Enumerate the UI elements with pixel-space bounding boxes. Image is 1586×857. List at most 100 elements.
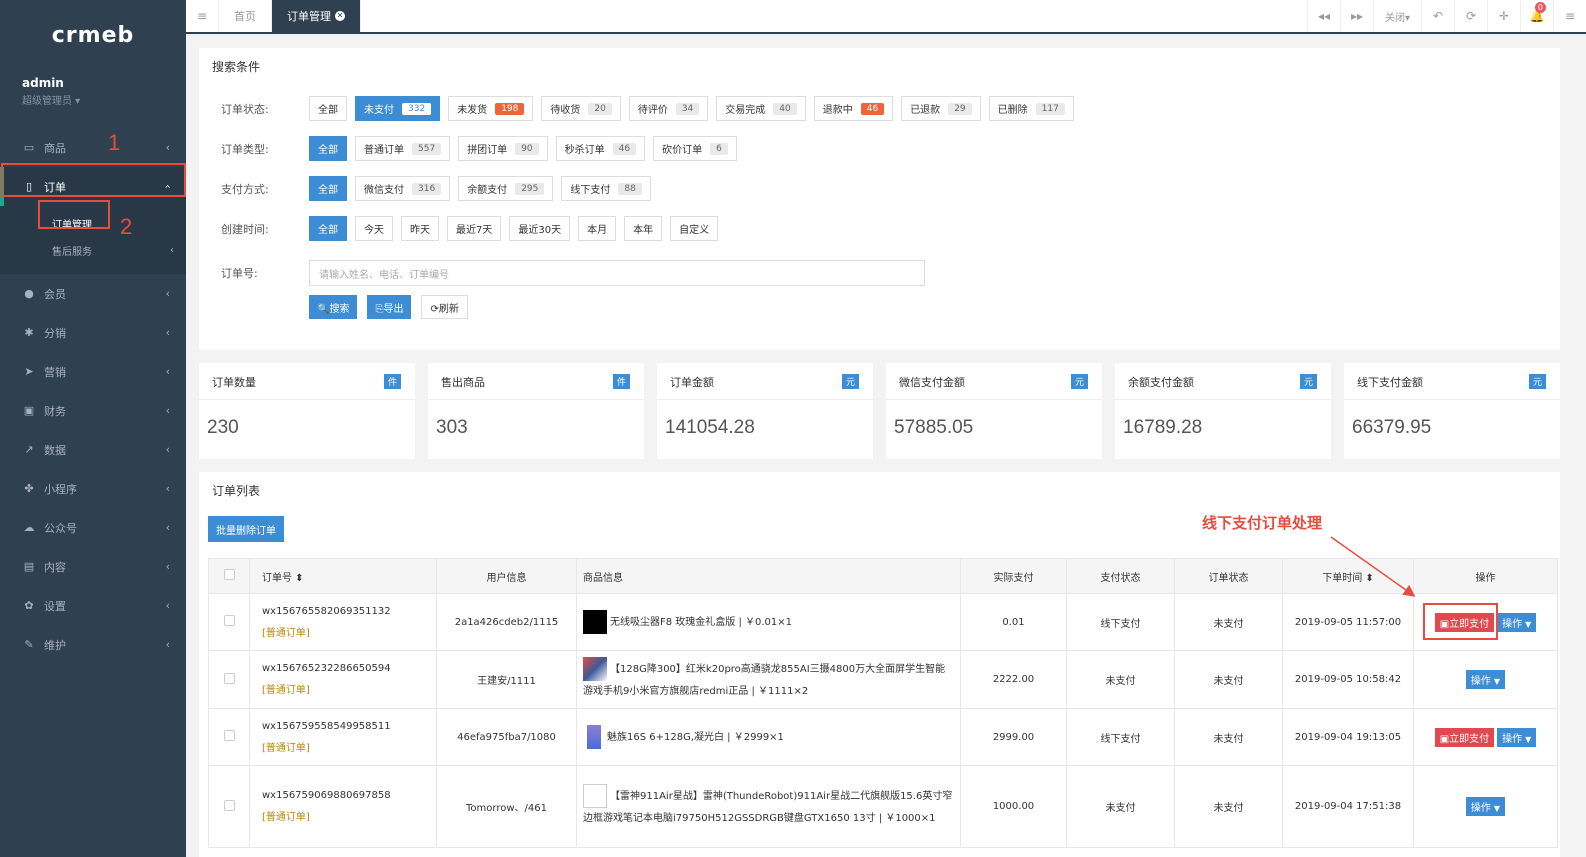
chevron-left-icon: ‹ — [165, 638, 170, 651]
top-navbar: ≡ 首页 订单管理 ✕ ◂◂ ▸▸ 关闭▾ ↶ ⟳ ✛ 🔔 0 ≡ — [186, 0, 1586, 34]
type-all[interactable]: 全部 — [309, 136, 347, 161]
row-checkbox[interactable] — [223, 799, 235, 811]
time-custom[interactable]: 自定义 — [670, 216, 719, 241]
refresh-button[interactable]: ⟳刷新 — [421, 295, 468, 319]
sidebar-item-members[interactable]: ● 会员 ‹ — [0, 274, 186, 313]
status-unpaid[interactable]: 未支付 332 — [355, 96, 441, 121]
status-unshipped[interactable]: 未发货 198 — [448, 96, 534, 121]
pay-wechat[interactable]: 微信支付 316 — [355, 176, 451, 201]
order-search-input[interactable]: 请输入姓名、电话、订单编号 — [309, 260, 925, 286]
status-to-receive[interactable]: 待收货 20 — [541, 96, 621, 121]
fullscreen-icon[interactable]: ✛ — [1487, 0, 1520, 32]
type-flash-sale[interactable]: 秒杀订单 46 — [555, 136, 646, 161]
type-normal[interactable]: 普通订单 557 — [355, 136, 451, 161]
status-all[interactable]: 全部 — [309, 96, 347, 121]
col-order-no[interactable]: 订单号 ⬍ — [249, 558, 437, 594]
filter-label: 支付方式: — [221, 182, 269, 196]
sidebar-item-maintenance[interactable]: ✎ 维护 ‹ — [0, 625, 186, 664]
sidebar-item-miniprogram[interactable]: ✤ 小程序 ‹ — [0, 469, 186, 508]
sidebar-item-content[interactable]: ▤ 内容 ‹ — [0, 547, 186, 586]
stat-value: 16789.28 — [1123, 417, 1203, 438]
status-refunded[interactable]: 已退款 29 — [901, 96, 981, 121]
sidebar-item-settings[interactable]: ✿ 设置 ‹ — [0, 586, 186, 625]
sidebar-item-orders[interactable]: ▯ 订单 ‹ — [0, 167, 186, 206]
pay-now-label: 立即支付 — [1449, 618, 1490, 630]
sidebar-item-data[interactable]: ↗ 数据 ‹ — [0, 430, 186, 469]
row-checkbox[interactable] — [223, 615, 235, 626]
sidebar-item-marketing[interactable]: ➤ 营销 ‹ — [0, 352, 186, 391]
operation-dropdown[interactable]: 操作 ▼ — [1497, 727, 1537, 747]
type-group[interactable]: 拼团订单 90 — [458, 136, 548, 161]
type-bargain[interactable]: 砍价订单 6 — [653, 136, 737, 161]
product-thumbnail — [583, 783, 607, 808]
time-yesterday[interactable]: 昨天 — [401, 216, 439, 241]
batch-delete-button[interactable]: 批量删除订单 — [208, 516, 284, 542]
chevron-left-icon: ‹ — [165, 599, 170, 612]
status-to-review[interactable]: 待评价 34 — [628, 96, 709, 121]
option-count: 557 — [412, 142, 442, 155]
menu-toggle-icon[interactable]: ≡ — [186, 0, 219, 32]
tab-home[interactable]: 首页 — [219, 0, 272, 32]
sidebar-item-finance[interactable]: ▣ 财务 ‹ — [0, 391, 186, 430]
sidebar-subitem-after-sales[interactable]: 售后服务 ‹ — [0, 237, 186, 264]
row-select-cell — [208, 650, 250, 709]
time-this-month[interactable]: 本月 — [578, 216, 617, 241]
time-this-year[interactable]: 本年 — [624, 216, 663, 241]
export-button[interactable]: ⎘导出 — [367, 295, 412, 319]
row-checkbox[interactable] — [223, 730, 235, 741]
operation-dropdown[interactable]: 操作 ▼ — [1497, 612, 1537, 632]
status-completed[interactable]: 交易完成 40 — [716, 96, 806, 121]
status-deleted[interactable]: 已删除 117 — [988, 96, 1074, 121]
operation-dropdown[interactable]: 操作 ▼ — [1465, 797, 1506, 816]
order-time-cell: 2019-09-05 10:58:42 — [1282, 650, 1414, 709]
time-today[interactable]: 今天 — [355, 216, 393, 241]
order-no: wx156765232286650594 — [262, 663, 391, 674]
pay-now-button[interactable]: ▣立即支付 — [1434, 612, 1495, 632]
bell-icon[interactable]: 🔔 0 — [1520, 0, 1553, 32]
more-menu-icon[interactable]: ≡ — [1553, 0, 1586, 32]
select-all-checkbox[interactable] — [223, 569, 235, 580]
search-actions: 🔍搜索 ⎘导出 ⟳刷新 — [309, 295, 478, 319]
operation-dropdown[interactable]: 操作 ▼ — [1465, 670, 1506, 689]
tab-order-management[interactable]: 订单管理 ✕ — [272, 0, 361, 32]
user-role[interactable]: 超级管理员 ▾ — [22, 92, 164, 107]
sidebar-item-goods[interactable]: ▭ 商品 ‹ — [0, 128, 186, 167]
stat-card-order-amount: 订单金额 元 141054.28 — [657, 363, 873, 459]
pay-offline[interactable]: 线下支付 88 — [561, 176, 651, 201]
forward-icon[interactable]: ▸▸ — [1340, 0, 1373, 32]
backward-icon[interactable]: ◂◂ — [1307, 0, 1340, 32]
time-all[interactable]: 全部 — [309, 216, 347, 241]
user-name: admin — [22, 76, 64, 90]
option-label: 砍价订单 — [662, 145, 703, 156]
sidebar-item-label: 内容 — [44, 560, 66, 574]
goods-cell: 【128G降300】红米k20pro高通骁龙855AI三摄4800万大全面屏学生… — [576, 650, 961, 709]
time-last-30-days[interactable]: 最近30天 — [509, 216, 571, 241]
sidebar-subitem-order-management[interactable]: 订单管理 — [0, 210, 186, 237]
search-button[interactable]: 🔍搜索 — [309, 295, 358, 319]
order-time-cell: 2019-09-04 19:13:05 — [1282, 708, 1414, 766]
wrench-icon: ✎ — [24, 638, 34, 651]
stat-card-wechat-amount: 微信支付金额 元 57885.05 — [886, 363, 1102, 459]
subitem-label: 订单管理 — [52, 220, 92, 231]
time-last-7-days[interactable]: 最近7天 — [447, 216, 502, 241]
newspaper-icon: ▤ — [23, 560, 35, 573]
stat-card-order-count: 订单数量 件 230 — [199, 363, 415, 459]
col-user: 用户信息 — [436, 558, 577, 594]
pay-all[interactable]: 全部 — [309, 176, 347, 201]
actions-cell: 操作 ▼ — [1413, 765, 1558, 848]
annotation-arrow — [1330, 536, 1416, 597]
close-dropdown[interactable]: 关闭▾ — [1373, 0, 1421, 32]
row-checkbox[interactable] — [223, 672, 235, 684]
pay-now-button[interactable]: ▣立即支付 — [1434, 727, 1495, 747]
paid-cell: 1000.00 — [960, 765, 1067, 848]
status-refunding[interactable]: 退款中 46 — [813, 96, 894, 121]
pay-balance[interactable]: 余额支付 295 — [458, 176, 554, 201]
user-profile[interactable]: admin 超级管理员 ▾ — [0, 70, 186, 124]
col-actions: 操作 — [1413, 558, 1558, 594]
close-tab-icon[interactable]: ✕ — [335, 11, 345, 21]
sidebar-item-distribution[interactable]: ✱ 分销 ‹ — [0, 313, 186, 352]
filter-label: 订单状态: — [221, 102, 269, 116]
refresh-icon[interactable]: ⟳ — [1454, 0, 1487, 32]
sidebar-item-official-account[interactable]: ☁ 公众号 ‹ — [0, 508, 186, 547]
undo-icon[interactable]: ↶ — [1421, 0, 1454, 32]
